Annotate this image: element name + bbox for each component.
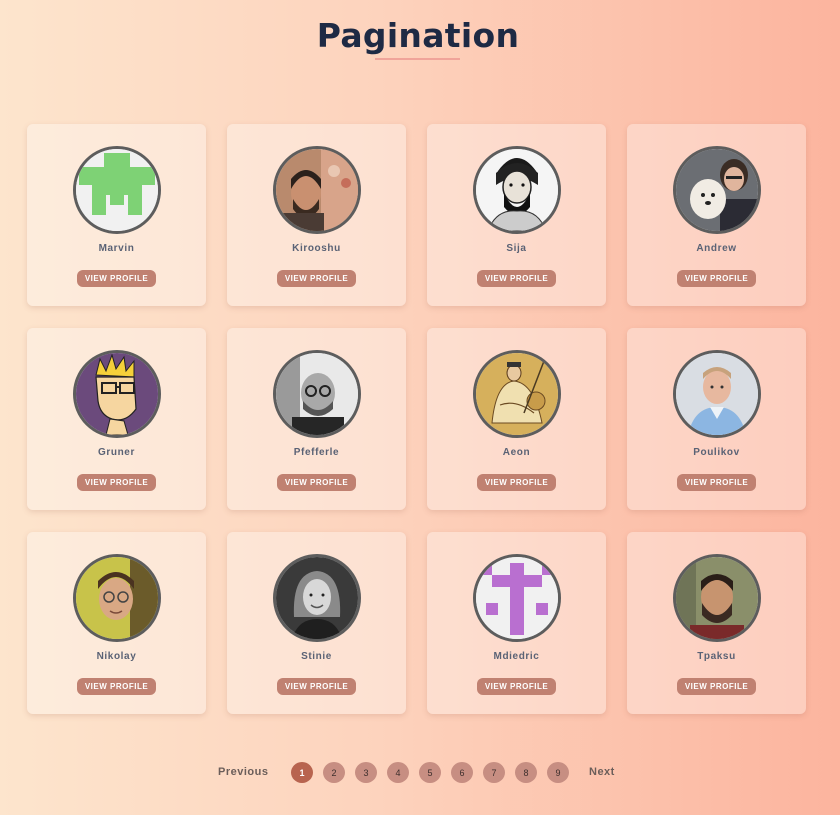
avatar [673,350,761,438]
page-3-button[interactable]: 3 [355,762,377,783]
page-8-button[interactable]: 8 [515,762,537,783]
page-title: Pagination [316,16,520,55]
avatar [273,554,361,642]
view-profile-button[interactable]: VIEW PROFILE [277,270,356,287]
pagination: Previous 1 2 3 4 5 6 7 8 9 Next [0,762,836,784]
profile-card: Poulikov VIEW PROFILE [627,328,806,510]
avatar [73,554,161,642]
view-profile-button[interactable]: VIEW PROFILE [677,474,756,491]
photo-avatar [276,557,358,639]
profile-name: Sija [506,243,527,254]
profile-card: Kirooshu VIEW PROFILE [227,124,406,306]
photo-avatar [276,353,358,435]
profile-name: Poulikov [693,447,740,458]
next-link[interactable]: Next [589,766,615,778]
avatar [673,554,761,642]
profile-name: Pfefferle [293,447,340,458]
profile-card: Mdiedric VIEW PROFILE [427,532,606,714]
page-2-button[interactable]: 2 [323,762,345,783]
view-profile-button[interactable]: VIEW PROFILE [77,474,156,491]
profile-name: Gruner [98,447,135,458]
sketch-avatar [476,149,558,231]
painting-avatar [476,353,558,435]
identicon-avatar [76,149,158,231]
view-profile-button[interactable]: VIEW PROFILE [477,474,556,491]
avatar [273,350,361,438]
view-profile-button[interactable]: VIEW PROFILE [277,678,356,695]
page-1-button[interactable]: 1 [291,762,313,783]
view-profile-button[interactable]: VIEW PROFILE [477,678,556,695]
profile-name: Marvin [98,243,135,254]
previous-link[interactable]: Previous [218,766,268,778]
page-5-button[interactable]: 5 [419,762,441,783]
photo-avatar [676,149,758,231]
profile-grid: Marvin VIEW PROFILE Kirooshu VIEW PROFIL… [27,124,806,714]
profile-name: Nikolay [96,651,137,662]
view-profile-button[interactable]: VIEW PROFILE [277,474,356,491]
profile-name: Mdiedric [493,651,540,662]
profile-name: Stinie [301,651,332,662]
profile-name: Tpaksu [697,651,736,662]
profile-card: Stinie VIEW PROFILE [227,532,406,714]
identicon-avatar [476,557,558,639]
photo-avatar [676,557,758,639]
avatar [473,146,561,234]
view-profile-button[interactable]: VIEW PROFILE [77,270,156,287]
avatar [73,350,161,438]
avatar [473,554,561,642]
cartoon-avatar [76,353,158,435]
page-6-button[interactable]: 6 [451,762,473,783]
avatar [473,350,561,438]
profile-name: Andrew [696,243,737,254]
profile-card: Pfefferle VIEW PROFILE [227,328,406,510]
photo-avatar [276,149,358,231]
view-profile-button[interactable]: VIEW PROFILE [77,678,156,695]
profile-name: Kirooshu [292,243,341,254]
avatar [673,146,761,234]
profile-card: Sija VIEW PROFILE [427,124,606,306]
profile-card: Nikolay VIEW PROFILE [27,532,206,714]
avatar [73,146,161,234]
page-4-button[interactable]: 4 [387,762,409,783]
avatar [273,146,361,234]
title-underline [375,58,460,60]
profile-card: Tpaksu VIEW PROFILE [627,532,806,714]
view-profile-button[interactable]: VIEW PROFILE [477,270,556,287]
profile-card: Marvin VIEW PROFILE [27,124,206,306]
photo-avatar [76,557,158,639]
page-7-button[interactable]: 7 [483,762,505,783]
view-profile-button[interactable]: VIEW PROFILE [677,270,756,287]
profile-card: Gruner VIEW PROFILE [27,328,206,510]
profile-card: Andrew VIEW PROFILE [627,124,806,306]
photo-avatar [676,353,758,435]
profile-name: Aeon [502,447,531,458]
profile-card: Aeon VIEW PROFILE [427,328,606,510]
view-profile-button[interactable]: VIEW PROFILE [677,678,756,695]
page-9-button[interactable]: 9 [547,762,569,783]
